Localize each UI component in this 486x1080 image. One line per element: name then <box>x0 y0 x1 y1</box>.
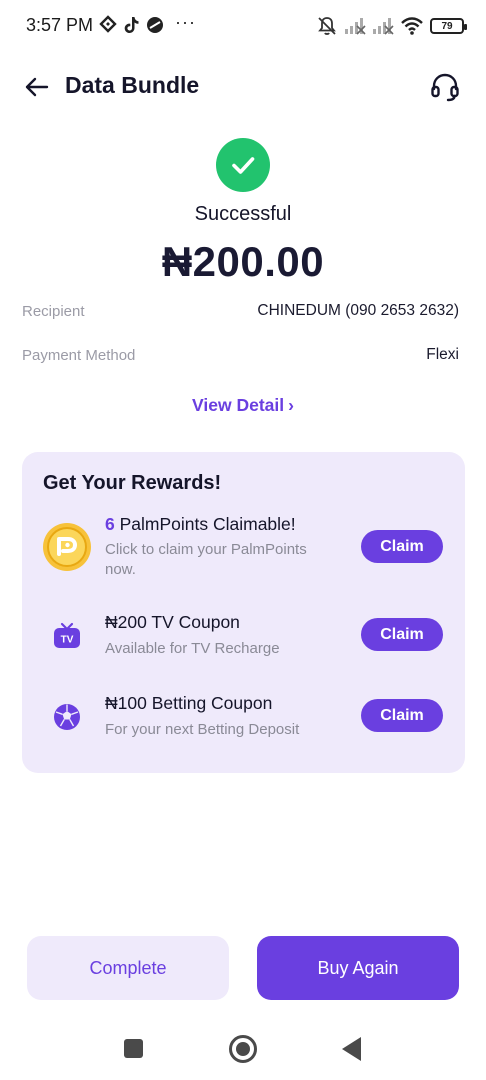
betting-coupon-subtitle: For your next Betting Deposit <box>105 721 300 738</box>
battery-level: 79 <box>441 20 453 32</box>
bell-muted-icon <box>318 17 336 35</box>
recipient-label: Recipient <box>22 302 85 320</box>
more-notifications-icon: ··· <box>175 12 196 32</box>
signal-no-service-icon <box>345 18 366 35</box>
transaction-status: Successful <box>194 203 292 225</box>
system-nav-bar <box>0 1020 486 1080</box>
complete-button[interactable]: Complete <box>27 936 229 1000</box>
headset-support-icon[interactable] <box>428 70 462 104</box>
reward-item-betting-coupon: ₦100 Betting Coupon For your next Bettin… <box>22 693 465 739</box>
tiktok-icon <box>124 17 139 33</box>
view-detail-link[interactable]: View Detail › <box>0 395 486 416</box>
wifi-icon <box>401 17 423 35</box>
tv-icon: TV <box>54 622 80 648</box>
svg-text:TV: TV <box>61 635 74 646</box>
claim-tv-coupon-button[interactable]: Claim <box>361 618 443 651</box>
palmpoints-subtitle: Click to claim your PalmPoints now. <box>105 540 307 580</box>
status-time: 3:57 PM <box>26 15 94 35</box>
claim-palmpoints-button[interactable]: Claim <box>361 530 443 563</box>
palmpoints-subtitle-line: Click to claim your PalmPoints <box>105 541 307 558</box>
buy-again-button[interactable]: Buy Again <box>257 936 459 1000</box>
back-arrow-icon[interactable] <box>20 70 54 104</box>
rewards-title: Get Your Rewards! <box>43 472 222 494</box>
back-nav-icon[interactable] <box>342 1037 361 1061</box>
chevron-right-icon: › <box>288 395 294 415</box>
palmpoints-title-text: PalmPoints Claimable! <box>114 514 296 534</box>
recipient-row: Recipient CHINEDUM (090 2653 2632) <box>22 302 459 320</box>
recipient-value: CHINEDUM (090 2653 2632) <box>257 302 459 319</box>
betting-coupon-title: ₦100 Betting Coupon <box>105 693 273 713</box>
success-check-icon <box>216 138 270 192</box>
transaction-amount: ₦200.00 <box>161 238 325 285</box>
app-header: Data Bundle <box>0 62 486 110</box>
status-bar: 3:57 PM ··· 79 <box>0 0 486 52</box>
claim-betting-coupon-button[interactable]: Claim <box>361 699 443 732</box>
home-nav-icon[interactable] <box>229 1035 257 1063</box>
app-notification-icon <box>99 15 117 33</box>
tv-coupon-title: ₦200 TV Coupon <box>105 612 240 632</box>
page-title: Data Bundle <box>65 72 200 98</box>
reward-item-palmpoints: 6 PalmPoints Claimable! Click to claim y… <box>22 512 465 582</box>
tv-coupon-subtitle: Available for TV Recharge <box>105 640 280 657</box>
view-detail-label: View Detail <box>192 395 285 415</box>
palmpoints-coin-icon <box>43 523 91 571</box>
payment-method-value: Flexi <box>426 346 459 363</box>
rewards-card: Get Your Rewards! 6 PalmPoints Claimable… <box>22 452 465 773</box>
signal-no-service-icon <box>373 18 394 35</box>
palmpoints-title: 6 PalmPoints Claimable! <box>105 514 296 535</box>
app-notification-icon <box>147 17 163 33</box>
palmpoints-subtitle-line: now. <box>105 561 136 578</box>
reward-item-tv-coupon: TV ₦200 TV Coupon Available for TV Recha… <box>22 612 465 658</box>
status-icons: 79 <box>316 14 467 38</box>
palmpoints-count: 6 <box>105 514 115 534</box>
recents-nav-icon[interactable] <box>124 1039 143 1058</box>
payment-method-label: Payment Method <box>22 346 136 364</box>
football-icon <box>54 704 80 730</box>
payment-method-row: Payment Method Flexi <box>22 346 459 364</box>
battery-icon: 79 <box>430 18 467 34</box>
